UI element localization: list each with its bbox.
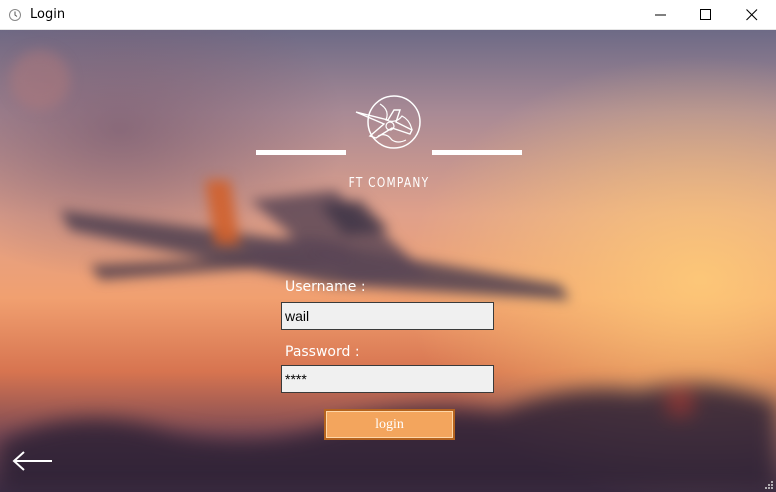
close-button[interactable]: [729, 0, 775, 30]
username-label: Username :: [285, 279, 366, 295]
login-button[interactable]: login: [324, 409, 455, 440]
logo-line-left: [256, 150, 346, 155]
minimize-button[interactable]: [638, 0, 684, 30]
username-input[interactable]: [281, 302, 494, 330]
globe-plane-logo-icon: [355, 95, 421, 149]
password-label: Password :: [285, 344, 360, 360]
company-name: FT COMPANY: [348, 176, 430, 191]
logo-line-right: [432, 150, 522, 155]
clock-icon: [8, 8, 22, 22]
minimize-icon: [655, 14, 666, 16]
close-icon: [746, 9, 758, 21]
title-bar[interactable]: Login: [0, 0, 776, 30]
resize-grip-icon[interactable]: [762, 478, 774, 490]
maximize-button[interactable]: [683, 0, 729, 30]
window-title: Login: [30, 7, 66, 22]
background-scene: FT COMPANY Username : Password : login: [0, 30, 776, 492]
maximize-icon: [700, 9, 711, 20]
back-arrow-icon[interactable]: [12, 450, 54, 472]
password-input[interactable]: [281, 365, 494, 393]
